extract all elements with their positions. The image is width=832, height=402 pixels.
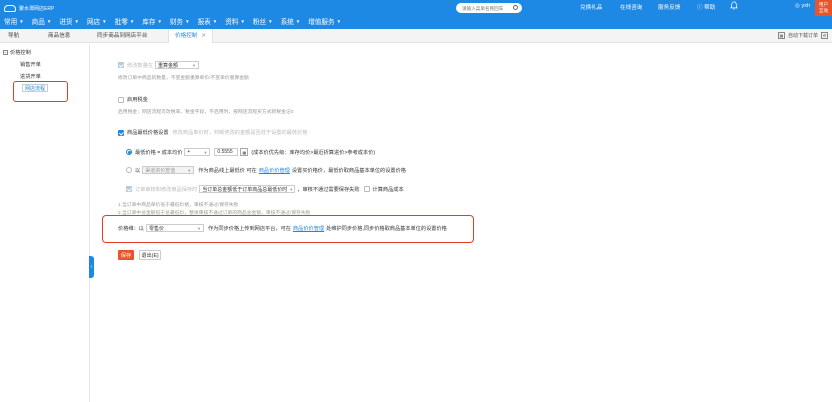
- chevron-down-icon: ▼: [240, 18, 245, 24]
- audit-condition-select[interactable]: 当订单总金额低于订单商品总最低价时 ▼: [199, 185, 296, 193]
- menu-item-purchase[interactable]: 进货 ▼: [59, 16, 79, 27]
- modify-qty-hint: 修改订单中商品的数量，不变金额重算单价/不变单价重算金额: [118, 76, 249, 81]
- audit-checkbox[interactable]: [126, 186, 132, 192]
- search-icon[interactable]: [513, 5, 518, 10]
- grid-icon[interactable]: ▦: [777, 32, 785, 39]
- menu-item-online-store[interactable]: 网店 ▼: [87, 16, 107, 27]
- sidebar-item-purchase[interactable]: 进货开单: [20, 73, 41, 80]
- tax-row: 启用税金: [118, 96, 148, 103]
- chevron-down-icon: ▼: [102, 18, 107, 24]
- exit-button[interactable]: 退出(E): [139, 250, 161, 260]
- menu-item-system[interactable]: 系统 ▼: [281, 16, 301, 27]
- menu-search: [456, 3, 522, 13]
- sync-price-select[interactable]: 零售价 ▼: [145, 224, 204, 232]
- chevron-down-icon: ▼: [46, 18, 52, 24]
- tab-tools: ▦ 自动下载订单 ⚙: [777, 32, 828, 39]
- auto-download-orders[interactable]: 自动下载订单: [788, 32, 818, 39]
- chevron-down-icon: ▼: [74, 18, 79, 24]
- menu-item-inventory[interactable]: 库存 ▼: [142, 16, 162, 27]
- main-menu: 常用 ▼ 商品 ▼ 进货 ▼ 网店 ▼ 批零 ▼ 库存 ▼ 财务 ▼ 报表 ▼ 资料 ▼ 粉丝 ▼ …: [4, 15, 349, 27]
- highlight-box: [13, 81, 68, 102]
- menu-item-common[interactable]: 常用 ▼: [4, 16, 24, 27]
- channel-select[interactable]: 渠道进价签值 ▼: [142, 166, 195, 174]
- min-price-row: 商品最低价格设置 修改商品单价时，判断修改的金额是否低于设置的最低价格: [118, 129, 307, 136]
- modify-qty-select[interactable]: 重算金额 ▼: [154, 61, 199, 69]
- min-price-checkbox[interactable]: [118, 129, 124, 136]
- chevron-down-icon: ▼: [212, 18, 218, 24]
- chevron-down-icon: ▼: [336, 18, 342, 24]
- tab-goods-info[interactable]: 商品信息: [48, 29, 70, 43]
- cloud-logo-icon: [4, 4, 16, 12]
- chevron-down-icon: ▼: [19, 18, 24, 24]
- sidebar: − 价格控制 销售开单 进货开单 网店流程 ‹: [0, 44, 94, 402]
- operator-select[interactable]: + ▼: [184, 148, 211, 156]
- chevron-down-icon: ▼: [295, 18, 301, 24]
- online-consult-link[interactable]: 在线咨询: [620, 3, 642, 11]
- chevron-down-icon: ▼: [129, 18, 135, 24]
- menu-item-data[interactable]: 资料 ▼: [225, 16, 245, 27]
- save-button[interactable]: 保存: [118, 250, 134, 260]
- calc-cost-checkbox[interactable]: [363, 186, 370, 192]
- calculator-icon[interactable]: ▦: [240, 148, 249, 156]
- menu-item-goods[interactable]: 商品 ▼: [32, 16, 52, 27]
- redeem-gifts-link[interactable]: 兑换礼品: [580, 3, 602, 11]
- tax-hint: 启用税金：网店流程可改税率、税金字段，不启用时，按网店流程买方式新税金记0: [118, 110, 294, 115]
- price-manage-link[interactable]: 商品价价管理: [259, 167, 290, 174]
- tax-checkbox[interactable]: [118, 96, 124, 103]
- note-1: 1.当订单中商品单价低于最低价格，审核不通过/保存失败: [118, 203, 239, 208]
- close-icon[interactable]: ✕: [201, 33, 206, 39]
- bell-icon[interactable]: [730, 1, 738, 10]
- tab-price-control[interactable]: 价格控制 ✕: [168, 29, 214, 43]
- settings-icon[interactable]: ⚙: [821, 32, 828, 39]
- sync-price-row: 价格维：以 零售价 ▼ 作为同步价格上传到网店平台，可在 商品价价管理 处维护同步…: [118, 224, 447, 232]
- logo: 聚水潭网店ERP: [4, 3, 54, 13]
- chevron-down-icon: ▼: [157, 18, 162, 24]
- chevron-down-icon: ▼: [268, 18, 273, 24]
- sidebar-item-sales[interactable]: 销售开单: [20, 61, 41, 68]
- menu-item-reports[interactable]: 报表 ▼: [198, 16, 218, 27]
- option-channel-row: 以 渠道进价签值 ▼ 作为商品线上最低价 可在 商品价价管理 设置买价格价，最低价…: [126, 166, 406, 174]
- feedback-link[interactable]: 服务反馈: [658, 3, 680, 11]
- menu-item-wholesale[interactable]: 批零 ▼: [115, 16, 135, 27]
- chevron-down-icon: ▼: [196, 225, 201, 231]
- audit-row: 订单审核和修改商品保存时 当订单总金额低于订单商品总最低价时 ▼ ，审核不通过需要…: [126, 185, 404, 193]
- chevron-down-icon: ▼: [185, 18, 190, 24]
- menu-item-fans[interactable]: 粉丝 ▼: [253, 16, 273, 27]
- settings-panel: 修改数量在 重算金额 ▼ 修改订单中商品的数量，不变金额重算单价/不变单价重算金额…: [90, 44, 832, 402]
- user-menu[interactable]: ◎ yxh: [795, 3, 810, 9]
- chevron-down-icon: ▼: [191, 62, 196, 68]
- chevron-down-icon: ▼: [289, 186, 294, 192]
- option-cost-radio[interactable]: [126, 149, 132, 155]
- sync-price-manage-link[interactable]: 商品价价管理: [293, 225, 324, 232]
- menu-search-input[interactable]: [462, 4, 510, 12]
- modify-qty-row: 修改数量在 重算金额 ▼: [118, 61, 201, 69]
- menu-item-value-added[interactable]: 增值服务 ▼: [308, 16, 342, 27]
- option-cost-row: 最低价格 = 成本均价 + ▼ 0.5555 ▦ (成本价优先级：库存均价>最近折…: [126, 148, 375, 156]
- chevron-down-icon: ▼: [187, 167, 192, 173]
- option-channel-radio[interactable]: [126, 167, 132, 173]
- collapse-icon[interactable]: −: [3, 50, 8, 55]
- menu-item-finance[interactable]: 财务 ▼: [170, 16, 190, 27]
- top-navbar: 聚水潭网店ERP 常用 ▼ 商品 ▼ 进货 ▼ 网店 ▼ 批零 ▼ 库存 ▼ 财务 ▼ 报表 ▼…: [0, 0, 832, 29]
- modify-qty-checkbox[interactable]: [118, 62, 124, 68]
- markup-input[interactable]: 0.5555: [214, 148, 239, 156]
- tab-nav[interactable]: 导航: [8, 29, 19, 43]
- help-link[interactable]: ⓘ 帮助: [697, 3, 715, 11]
- promo-badge[interactable]: 用户 互动: [815, 0, 832, 16]
- logo-text: 聚水潭网店ERP: [19, 5, 55, 12]
- chevron-down-icon: ▼: [203, 149, 208, 155]
- tab-bar: 导航 商品信息 同步商品到网店平台 价格控制 ✕ ▦ 自动下载订单 ⚙: [0, 29, 832, 43]
- tree-root[interactable]: − 价格控制: [3, 49, 31, 56]
- tab-sync-goods[interactable]: 同步商品到网店平台: [97, 29, 147, 43]
